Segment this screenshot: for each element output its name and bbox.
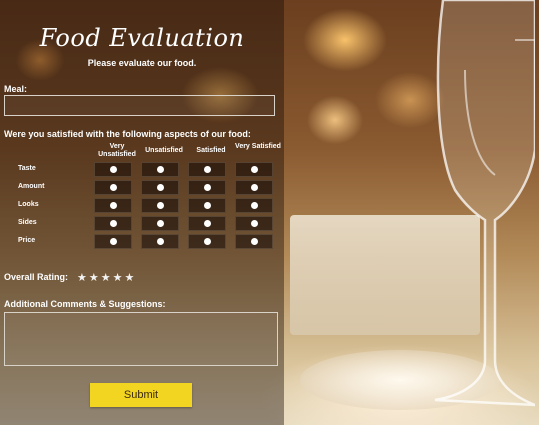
radio-button[interactable] bbox=[251, 202, 258, 209]
radio-button[interactable] bbox=[110, 166, 117, 173]
overall-rating-label: Overall Rating: bbox=[4, 272, 69, 282]
column-very-unsatisfied: Very Unsatisfied bbox=[98, 143, 136, 158]
radio-cell-amount-3[interactable] bbox=[235, 180, 273, 195]
radio-button[interactable] bbox=[110, 202, 117, 209]
radio-cell-taste-3[interactable] bbox=[235, 162, 273, 177]
radio-cell-sides-1[interactable] bbox=[141, 216, 179, 231]
radio-button[interactable] bbox=[251, 220, 258, 227]
form-subtitle: Please evaluate our food. bbox=[87, 58, 197, 68]
radio-cell-price-0[interactable] bbox=[94, 234, 132, 249]
radio-button[interactable] bbox=[110, 220, 117, 227]
radio-cell-looks-2[interactable] bbox=[188, 198, 226, 213]
radio-cell-price-2[interactable] bbox=[188, 234, 226, 249]
radio-button[interactable] bbox=[251, 184, 258, 191]
comments-textarea[interactable] bbox=[4, 312, 278, 366]
form-title: Food Evaluation bbox=[39, 24, 245, 52]
row-label-amount: Amount bbox=[18, 183, 45, 190]
comments-label: Additional Comments & Suggestions: bbox=[4, 299, 166, 309]
radio-button[interactable] bbox=[204, 238, 211, 245]
radio-cell-amount-0[interactable] bbox=[94, 180, 132, 195]
radio-cell-taste-0[interactable] bbox=[94, 162, 132, 177]
wine-glass-image bbox=[434, 0, 535, 407]
radio-button[interactable] bbox=[157, 166, 164, 173]
radio-button[interactable] bbox=[204, 184, 211, 191]
radio-cell-looks-0[interactable] bbox=[94, 198, 132, 213]
radio-button[interactable] bbox=[204, 166, 211, 173]
radio-cell-price-1[interactable] bbox=[141, 234, 179, 249]
radio-cell-taste-1[interactable] bbox=[141, 162, 179, 177]
radio-button[interactable] bbox=[204, 220, 211, 227]
star-rating-control[interactable]: ★★★★★ bbox=[77, 271, 136, 284]
row-label-price: Price bbox=[18, 237, 36, 244]
radio-button[interactable] bbox=[204, 202, 211, 209]
radio-cell-taste-2[interactable] bbox=[188, 162, 226, 177]
column-satisfied: Satisfied bbox=[196, 147, 226, 154]
radio-button[interactable] bbox=[251, 238, 258, 245]
radio-cell-sides-3[interactable] bbox=[235, 216, 273, 231]
column-unsatisfied: Unsatisfied bbox=[145, 147, 183, 154]
radio-cell-amount-2[interactable] bbox=[188, 180, 226, 195]
radio-cell-looks-3[interactable] bbox=[235, 198, 273, 213]
satisfaction-label: Were you satisfied with the following as… bbox=[4, 129, 251, 139]
radio-button[interactable] bbox=[110, 184, 117, 191]
radio-button[interactable] bbox=[110, 238, 117, 245]
row-label-taste: Taste bbox=[18, 165, 36, 172]
radio-cell-price-3[interactable] bbox=[235, 234, 273, 249]
meal-label: Meal: bbox=[4, 84, 28, 94]
radio-button[interactable] bbox=[157, 184, 164, 191]
meal-input[interactable] bbox=[4, 95, 275, 116]
radio-button[interactable] bbox=[157, 220, 164, 227]
radio-cell-sides-0[interactable] bbox=[94, 216, 132, 231]
radio-cell-sides-2[interactable] bbox=[188, 216, 226, 231]
radio-button[interactable] bbox=[157, 202, 164, 209]
submit-button[interactable]: Submit bbox=[90, 383, 192, 407]
food-evaluation-form: Food Evaluation Please evaluate our food… bbox=[0, 0, 284, 425]
radio-button[interactable] bbox=[251, 166, 258, 173]
row-label-looks: Looks bbox=[18, 201, 39, 208]
row-label-sides: Sides bbox=[18, 219, 37, 226]
column-very-satisfied: Very Satisfied bbox=[235, 143, 281, 150]
radio-button[interactable] bbox=[157, 238, 164, 245]
radio-cell-looks-1[interactable] bbox=[141, 198, 179, 213]
radio-cell-amount-1[interactable] bbox=[141, 180, 179, 195]
